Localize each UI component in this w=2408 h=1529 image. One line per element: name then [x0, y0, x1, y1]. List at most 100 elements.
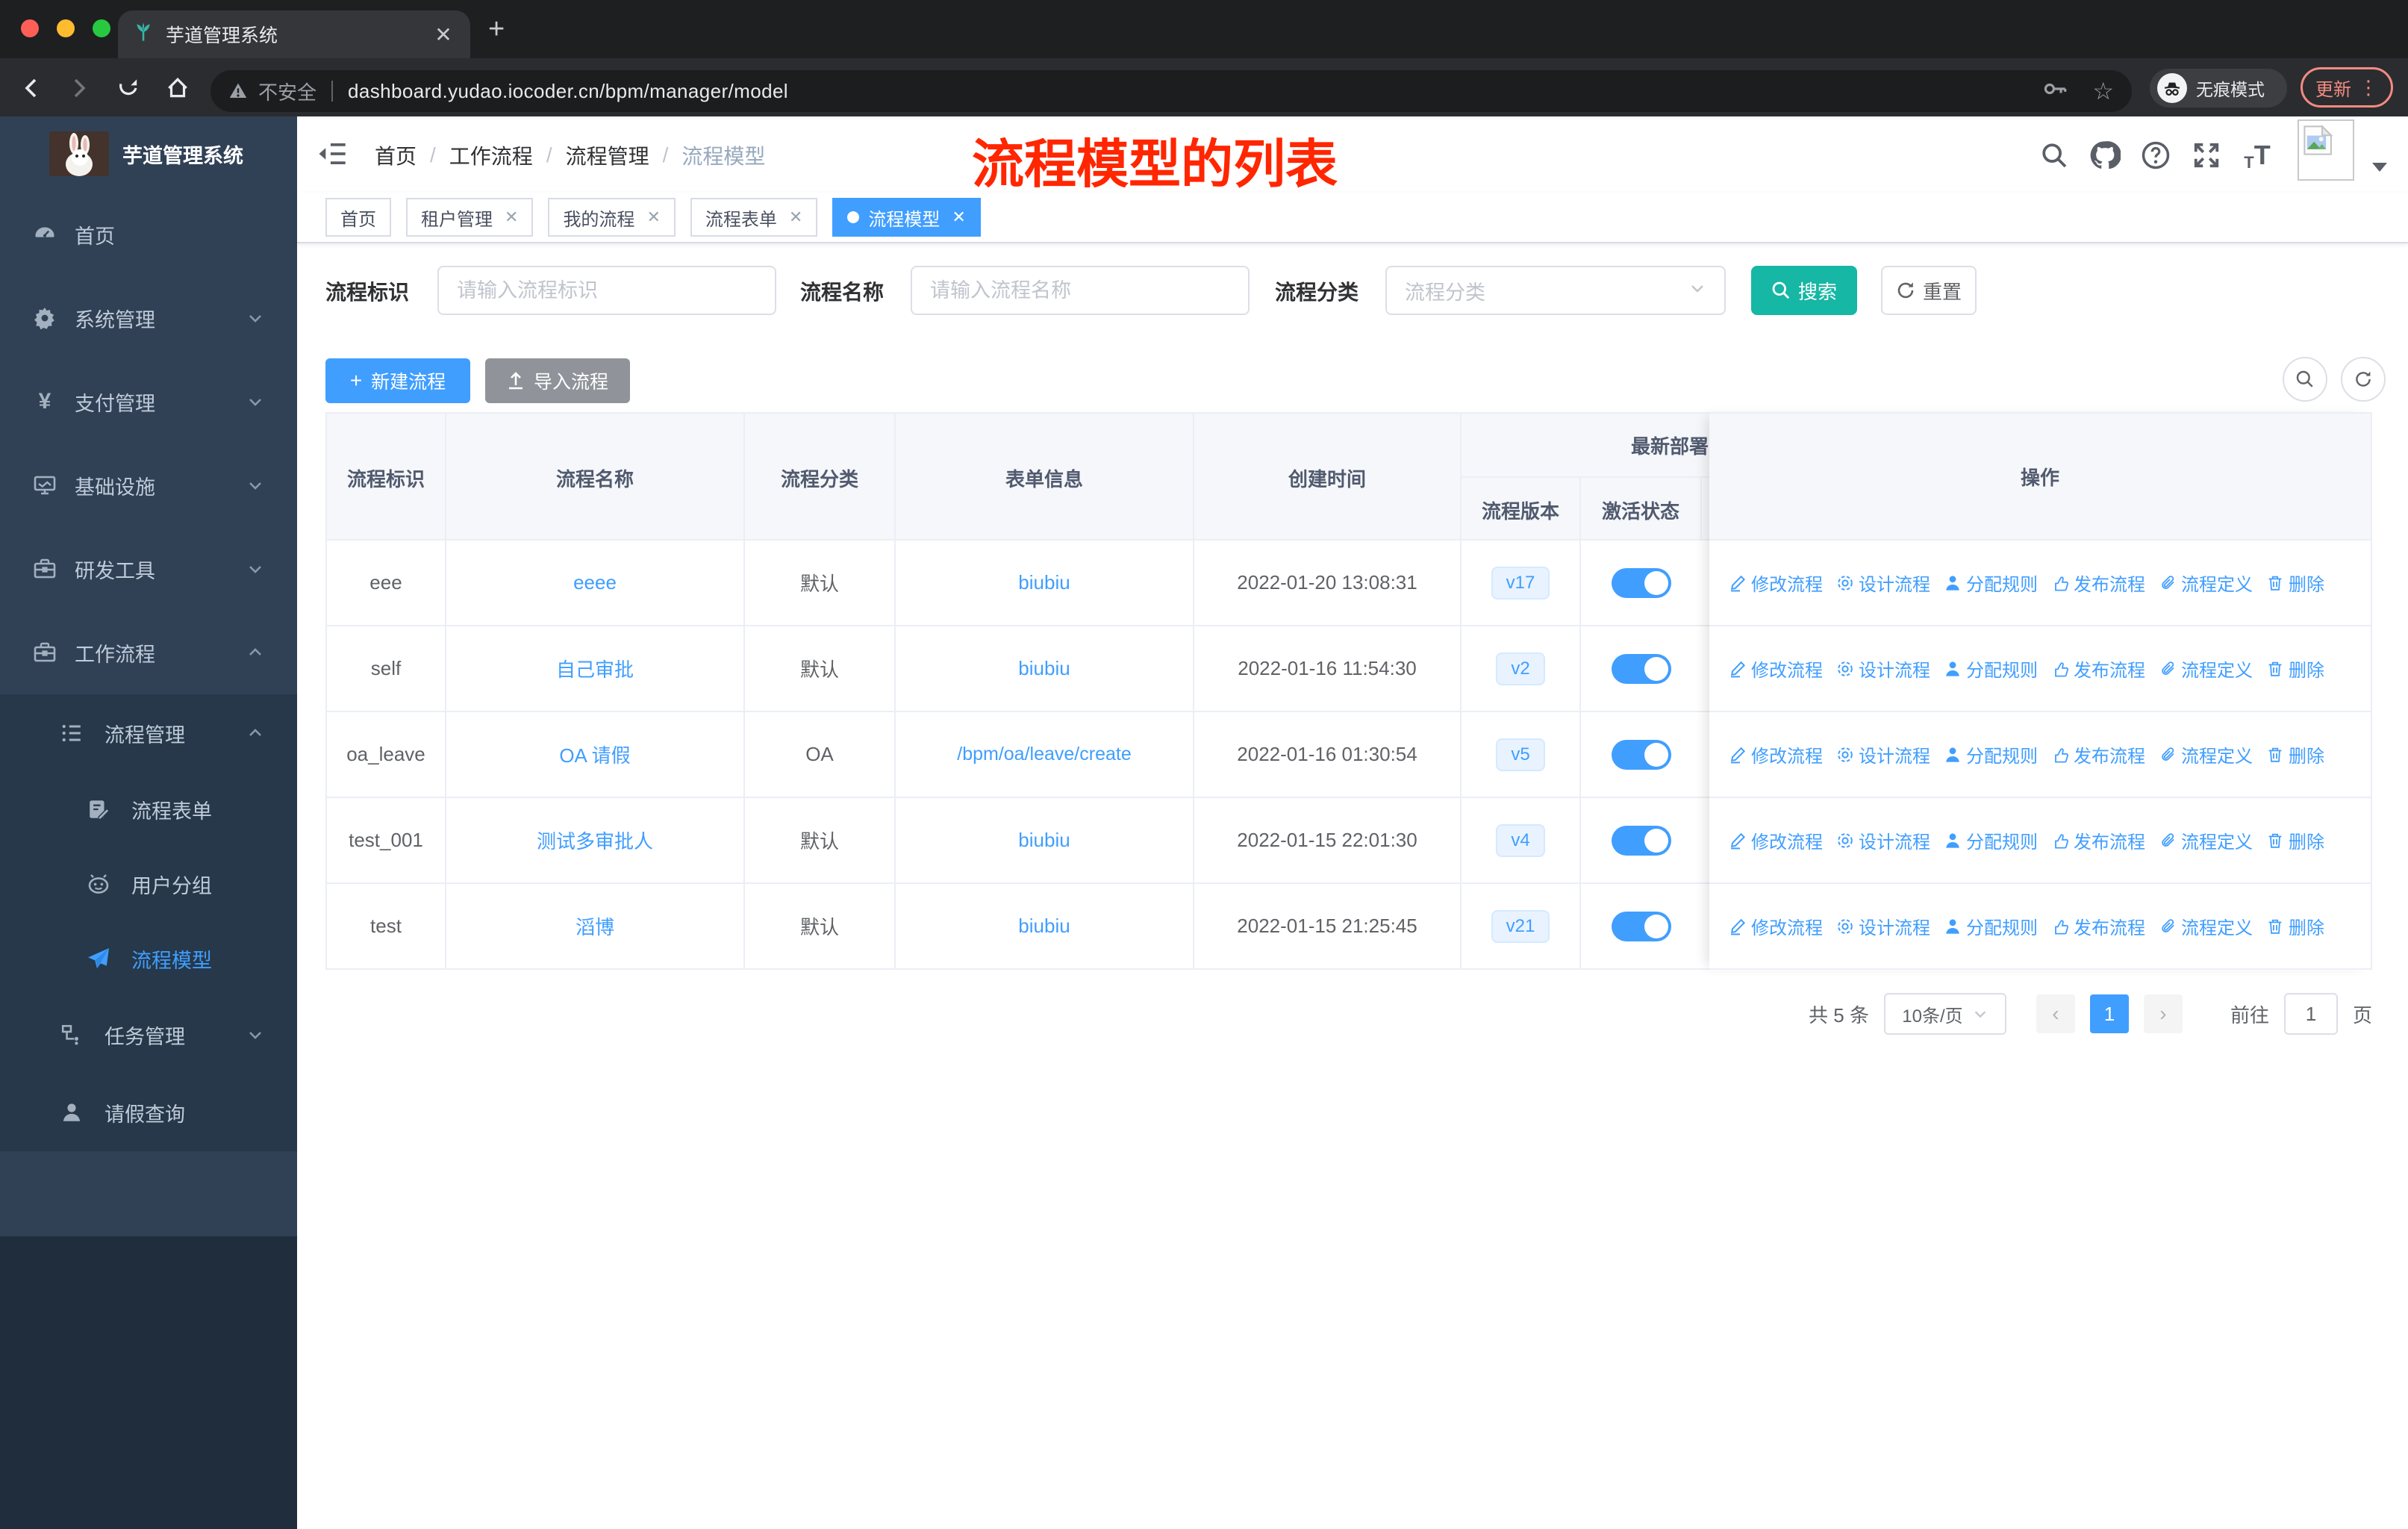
action-edit[interactable]: 修改流程 [1729, 570, 1823, 596]
action-delete[interactable]: 删除 [2266, 741, 2324, 767]
action-definition[interactable]: 流程定义 [2159, 827, 2253, 853]
action-definition[interactable]: 流程定义 [2159, 741, 2253, 767]
url-text[interactable]: dashboard.yudao.iocoder.cn/bpm/manager/m… [348, 80, 788, 103]
fullscreen-icon[interactable] [2187, 136, 2226, 175]
tag-home[interactable]: 首页 [325, 198, 391, 237]
action-assign-rule[interactable]: 分配规则 [1944, 741, 2038, 767]
macos-close-button[interactable] [21, 19, 39, 37]
reload-icon[interactable] [110, 70, 146, 106]
sidebar-item-infrastructure[interactable]: 基础设施 [0, 443, 297, 527]
breadcrumb-home[interactable]: 首页 [375, 140, 417, 170]
action-assign-rule[interactable]: 分配规则 [1944, 655, 2038, 682]
tag-process-form[interactable]: 流程表单 ✕ [690, 198, 818, 237]
search-icon[interactable] [2035, 136, 2074, 175]
search-button[interactable]: 搜索 [1751, 266, 1857, 315]
sidebar-item-home[interactable]: 首页 [0, 193, 297, 276]
update-label[interactable]: 更新 [2315, 75, 2351, 101]
sidebar-fold-icon[interactable] [315, 137, 348, 170]
action-publish[interactable]: 发布流程 [2051, 913, 2145, 939]
active-toggle[interactable] [1612, 911, 1671, 941]
action-delete[interactable]: 删除 [2266, 827, 2324, 853]
action-definition[interactable]: 流程定义 [2159, 913, 2253, 939]
action-definition[interactable]: 流程定义 [2159, 655, 2253, 682]
version-badge[interactable]: v17 [1491, 566, 1550, 600]
new-tab-button[interactable]: + [488, 13, 505, 46]
forward-icon[interactable] [61, 70, 97, 106]
form-link[interactable]: biubiu [1018, 571, 1070, 594]
browser-tab[interactable]: 芋道管理系统 ✕ [118, 10, 470, 58]
prev-page-button[interactable]: ‹ [2036, 994, 2075, 1033]
sidebar-item-workflow[interactable]: 工作流程 [0, 611, 297, 694]
process-name-link[interactable]: 自己审批 [556, 655, 634, 682]
sidebar-item-leave-query[interactable]: 请假查询 [0, 1074, 297, 1151]
sidebar-item-task-mgmt[interactable]: 任务管理 [0, 996, 297, 1074]
security-chip[interactable]: 不安全 [228, 78, 316, 105]
form-link[interactable]: /bpm/oa/leave/create [957, 744, 1131, 765]
macos-zoom-button[interactable] [93, 19, 110, 37]
key-icon[interactable] [2043, 78, 2068, 105]
home-icon[interactable] [160, 70, 196, 106]
action-publish[interactable]: 发布流程 [2051, 741, 2145, 767]
action-publish[interactable]: 发布流程 [2051, 827, 2145, 853]
version-badge[interactable]: v21 [1491, 909, 1550, 943]
show-search-button[interactable] [2283, 357, 2327, 402]
current-page[interactable]: 1 [2089, 994, 2129, 1033]
action-design[interactable]: 设计流程 [1836, 655, 1930, 682]
close-icon[interactable]: ✕ [789, 208, 802, 227]
close-icon[interactable]: ✕ [952, 208, 965, 227]
action-design[interactable]: 设计流程 [1836, 827, 1930, 853]
tag-my-process[interactable]: 我的流程 ✕ [548, 198, 676, 237]
bookmark-star-icon[interactable]: ☆ [2092, 79, 2114, 103]
breadcrumb-process-mgmt[interactable]: 流程管理 [566, 140, 649, 170]
process-name-link[interactable]: OA 请假 [559, 741, 630, 768]
process-name-link[interactable]: eeee [573, 571, 617, 594]
close-icon[interactable]: ✕ [646, 208, 660, 227]
macos-minimize-button[interactable] [57, 19, 75, 37]
next-page-button[interactable]: › [2143, 994, 2183, 1033]
action-delete[interactable]: 删除 [2266, 570, 2324, 596]
help-icon[interactable] [2136, 136, 2175, 175]
sidebar-item-payment[interactable]: ¥ 支付管理 [0, 360, 297, 443]
import-process-button[interactable]: 导入流程 [485, 358, 630, 403]
tag-tenant[interactable]: 租户管理 ✕ [406, 198, 534, 237]
browser-menu-icon[interactable]: ⋮ [2359, 76, 2378, 99]
sidebar-item-process-mgmt[interactable]: 流程管理 [0, 694, 297, 772]
action-delete[interactable]: 删除 [2266, 655, 2324, 682]
address-bar[interactable]: 不安全 dashboard.yudao.iocoder.cn/bpm/manag… [210, 70, 2132, 112]
form-link[interactable]: biubiu [1018, 657, 1070, 680]
form-link[interactable]: biubiu [1018, 829, 1070, 852]
close-icon[interactable]: ✕ [505, 208, 518, 227]
process-category-select[interactable]: 流程分类 [1385, 266, 1726, 315]
action-assign-rule[interactable]: 分配规则 [1944, 827, 2038, 853]
avatar-caret-icon[interactable] [2372, 163, 2387, 172]
font-size-icon[interactable]: TT [2238, 136, 2277, 175]
action-publish[interactable]: 发布流程 [2051, 655, 2145, 682]
action-edit[interactable]: 修改流程 [1729, 913, 1823, 939]
sidebar-logo[interactable]: 芋道管理系统 [0, 122, 297, 185]
sidebar-item-system[interactable]: 系统管理 [0, 276, 297, 360]
page-size-select[interactable]: 10条/页 [1883, 993, 2006, 1035]
tag-process-model[interactable]: 流程模型 ✕ [832, 198, 981, 237]
github-icon[interactable] [2086, 136, 2124, 175]
tab-close-icon[interactable]: ✕ [431, 22, 455, 47]
version-badge[interactable]: v4 [1496, 823, 1545, 857]
create-process-button[interactable]: + 新建流程 [325, 358, 470, 403]
version-badge[interactable]: v2 [1496, 652, 1545, 685]
active-toggle[interactable] [1612, 825, 1671, 856]
action-design[interactable]: 设计流程 [1836, 913, 1930, 939]
breadcrumb-workflow[interactable]: 工作流程 [449, 140, 533, 170]
action-edit[interactable]: 修改流程 [1729, 741, 1823, 767]
process-name-input[interactable] [911, 266, 1250, 315]
active-toggle[interactable] [1612, 739, 1671, 770]
process-name-link[interactable]: 滔博 [576, 912, 614, 940]
action-edit[interactable]: 修改流程 [1729, 827, 1823, 853]
active-toggle[interactable] [1612, 653, 1671, 684]
refresh-table-button[interactable] [2341, 357, 2386, 402]
action-delete[interactable]: 删除 [2266, 913, 2324, 939]
sidebar-item-devtools[interactable]: 研发工具 [0, 527, 297, 611]
sidebar-item-user-group[interactable]: 用户分组 [0, 847, 297, 921]
sidebar-item-process-form[interactable]: 流程表单 [0, 772, 297, 847]
avatar[interactable] [2298, 119, 2354, 181]
action-assign-rule[interactable]: 分配规则 [1944, 570, 2038, 596]
action-design[interactable]: 设计流程 [1836, 741, 1930, 767]
